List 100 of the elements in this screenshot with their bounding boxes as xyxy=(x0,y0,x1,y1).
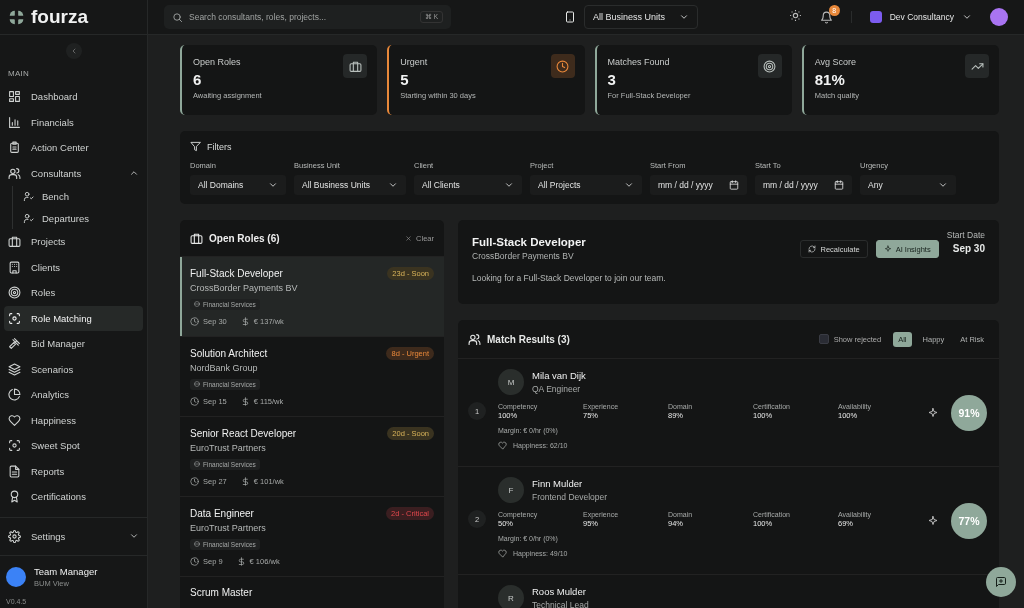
chevron-icon xyxy=(938,180,948,190)
pie-chart-icon xyxy=(8,388,21,402)
gear-icon xyxy=(8,529,21,543)
chat-button[interactable] xyxy=(986,567,1016,597)
sidebar-item[interactable]: Financials xyxy=(4,109,143,135)
calendar-icon xyxy=(729,180,739,190)
heart-icon xyxy=(498,441,507,450)
match-score: 91% xyxy=(951,394,987,431)
chevron-icon xyxy=(624,180,634,190)
consultant-role: Technical Lead xyxy=(532,600,589,608)
filter-select[interactable]: Any xyxy=(860,175,956,195)
gavel-icon xyxy=(8,337,21,351)
avatar: M xyxy=(498,369,524,395)
avatar: F xyxy=(498,477,524,503)
filter-icon xyxy=(190,141,201,152)
dollar-icon xyxy=(240,477,250,486)
target-icon xyxy=(8,286,21,300)
avatar xyxy=(6,567,26,587)
consultant-name: Finn Mulder xyxy=(532,478,584,489)
sidebar-item[interactable]: Departures xyxy=(19,207,143,229)
scan-icon xyxy=(8,439,21,453)
chevron-icon xyxy=(388,180,398,190)
filters-title: Filters xyxy=(207,141,232,152)
refresh-icon xyxy=(808,245,817,253)
sidebar-item[interactable]: Sweet Spot xyxy=(4,433,143,459)
sidebar-item[interactable]: Clients xyxy=(4,254,143,280)
clock-icon xyxy=(190,397,199,406)
consultant-role: Frontend Developer xyxy=(532,492,608,502)
stat-label: Open Roles xyxy=(193,57,242,67)
user-check-icon xyxy=(23,191,34,203)
match-score: 77% xyxy=(951,502,987,539)
sidebar-item[interactable]: Bid Manager xyxy=(4,331,143,357)
role-title: Senior React Developer xyxy=(190,428,297,439)
target-icon xyxy=(763,59,777,73)
section-label: MAIN xyxy=(7,68,31,80)
brand-name: fourza xyxy=(31,6,88,28)
date-field[interactable]: mm / dd / yyyy xyxy=(755,175,852,195)
sidebar-item[interactable]: Scenarios xyxy=(4,356,143,382)
date-field[interactable]: mm / dd / yyyy xyxy=(650,175,747,195)
filter-select[interactable]: All Domains xyxy=(190,175,286,195)
user-check-icon xyxy=(23,212,34,224)
filter-select[interactable]: All Clients xyxy=(414,175,522,195)
role-client: EuroTrust Partners xyxy=(190,443,267,453)
chevron-icon xyxy=(504,180,514,190)
sidebar-item[interactable]: Happiness xyxy=(4,407,143,433)
calendar-icon xyxy=(834,180,844,190)
briefcase-icon xyxy=(190,231,203,245)
stat-label: Matches Found xyxy=(607,57,671,67)
org-switcher[interactable]: Dev Consultancy xyxy=(850,11,972,23)
bar-chart-icon xyxy=(8,115,21,129)
stat-label: Avg Score xyxy=(814,57,858,67)
user-name: Team Manager xyxy=(34,566,98,577)
start-date: Sep 30 xyxy=(951,243,985,254)
avatar: R xyxy=(498,585,524,608)
role-title: Data Engineer xyxy=(190,508,254,519)
chat-icon xyxy=(995,576,1007,588)
filter-select[interactable]: All Projects xyxy=(530,175,642,195)
sidebar-item[interactable]: Role Matching xyxy=(4,305,143,331)
sparkle-icon xyxy=(927,514,939,527)
role-item[interactable]: Scrum Master xyxy=(180,577,444,608)
stat-value: 3 xyxy=(607,71,617,88)
chevron-icon xyxy=(962,12,972,22)
role-title: Full-Stack Developer xyxy=(472,236,586,248)
sidebar-item[interactable]: Roles xyxy=(4,280,143,306)
globe-icon xyxy=(194,461,200,467)
clock-icon xyxy=(190,557,199,566)
filter-select[interactable]: All Business Units xyxy=(294,175,406,195)
globe-icon xyxy=(194,381,200,387)
stat-label: Urgent xyxy=(400,57,429,67)
sidebar-item[interactable]: Settings xyxy=(4,523,143,549)
building-icon xyxy=(8,260,21,274)
panel-title: Open Roles (6) xyxy=(209,232,281,244)
tablet-icon xyxy=(564,11,576,23)
sidebar-item[interactable]: Projects xyxy=(4,229,143,255)
sidebar-item[interactable]: Certifications xyxy=(4,484,143,510)
business-unit-select[interactable]: All Business Units xyxy=(584,5,699,29)
briefcase-icon xyxy=(348,59,362,73)
globe-icon xyxy=(194,301,200,307)
award-icon xyxy=(8,490,21,504)
sidebar-item[interactable]: Consultants xyxy=(4,160,143,186)
heart-icon xyxy=(498,549,507,558)
sparkle-icon xyxy=(927,406,939,419)
logo-icon xyxy=(8,8,25,26)
clipboard-icon xyxy=(8,141,21,155)
close-icon xyxy=(405,234,413,242)
stat-value: 5 xyxy=(400,71,410,88)
sidebar-item[interactable]: Dashboard xyxy=(4,84,143,110)
avatar[interactable] xyxy=(990,8,1008,26)
clock-icon xyxy=(190,477,199,486)
dollar-icon xyxy=(240,397,250,406)
stat-value: 81% xyxy=(814,71,846,88)
start-label: Start Date xyxy=(946,230,985,240)
role-client: NordBank Group xyxy=(190,363,259,373)
clock-icon xyxy=(190,317,199,326)
sidebar-item[interactable]: Action Center xyxy=(4,135,143,161)
sidebar-item[interactable]: Reports xyxy=(4,458,143,484)
search-icon xyxy=(172,11,183,23)
bell-icon xyxy=(819,10,833,24)
sidebar-item[interactable]: Bench xyxy=(19,186,143,208)
sidebar-item[interactable]: Analytics xyxy=(4,382,143,408)
